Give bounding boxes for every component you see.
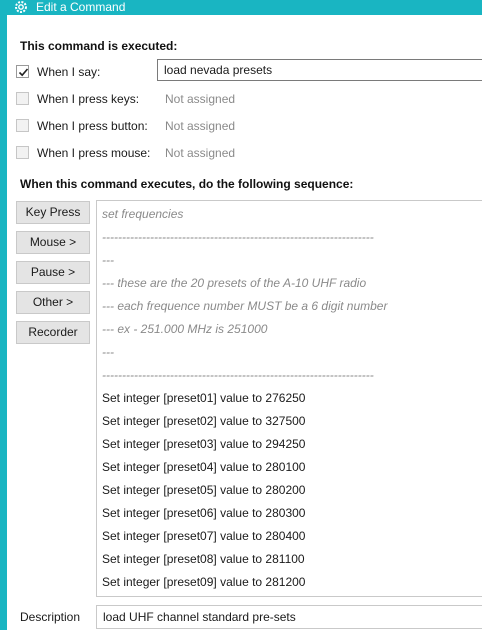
description-input[interactable] xyxy=(96,605,482,629)
sequence-item[interactable]: --- ex - 251.000 MHz is 251000 xyxy=(102,322,267,340)
when-i-press-keys-label: When I press keys: xyxy=(37,92,140,106)
action-sequence-list[interactable]: set frequencies ------------------------… xyxy=(96,200,482,597)
gear-icon xyxy=(14,0,28,14)
sequence-item[interactable]: --- xyxy=(102,253,114,271)
sequence-item[interactable]: Set integer [preset05] value to 280200 xyxy=(102,483,305,501)
when-i-press-button-row: When I press button: Not assigned xyxy=(16,117,476,137)
sequence-item[interactable]: Set integer [preset01] value to 276250 xyxy=(102,391,305,409)
when-i-press-keys-checkbox[interactable] xyxy=(16,92,29,105)
window-title: Edit a Command xyxy=(36,0,126,14)
when-i-press-mouse-checkbox[interactable] xyxy=(16,146,29,159)
when-i-press-button-value[interactable]: Not assigned xyxy=(165,119,235,133)
when-i-say-checkbox[interactable] xyxy=(16,65,29,78)
sequence-item[interactable]: Set integer [preset09] value to 281200 xyxy=(102,575,305,593)
recorder-button[interactable]: Recorder xyxy=(16,321,90,344)
when-i-say-label: When I say: xyxy=(37,65,101,79)
when-i-press-keys-row: When I press keys: Not assigned xyxy=(16,90,476,110)
when-i-press-button-checkbox[interactable] xyxy=(16,119,29,132)
checkmark-icon xyxy=(18,68,29,77)
when-i-press-keys-value[interactable]: Not assigned xyxy=(165,92,235,106)
pause-button[interactable]: Pause > xyxy=(16,261,90,284)
sequence-item[interactable]: ----------------------------------------… xyxy=(102,368,374,386)
sequence-item[interactable]: Set integer [preset06] value to 280300 xyxy=(102,506,305,524)
other-button[interactable]: Other > xyxy=(16,291,90,314)
key-press-button[interactable]: Key Press xyxy=(16,201,90,224)
when-i-press-mouse-value[interactable]: Not assigned xyxy=(165,146,235,160)
sequence-item[interactable]: Set integer [preset08] value to 281100 xyxy=(102,552,305,570)
when-i-press-mouse-row: When I press mouse: Not assigned xyxy=(16,144,476,164)
mouse-button[interactable]: Mouse > xyxy=(16,231,90,254)
sequence-item[interactable]: --- these are the 20 presets of the A-10… xyxy=(102,276,366,294)
sequence-item[interactable]: Set integer [preset04] value to 280100 xyxy=(102,460,305,478)
when-i-press-button-label: When I press button: xyxy=(37,119,148,133)
description-label: Description xyxy=(20,610,81,624)
when-i-say-input[interactable] xyxy=(157,59,482,81)
trigger-section-heading: This command is executed: xyxy=(20,39,178,53)
sequence-item[interactable]: set frequencies xyxy=(102,207,183,225)
sequence-item[interactable]: --- each frequence number MUST be a 6 di… xyxy=(102,299,387,317)
sequence-item[interactable]: Set integer [preset02] value to 327500 xyxy=(102,414,305,432)
when-i-press-mouse-label: When I press mouse: xyxy=(37,146,151,160)
sequence-item[interactable]: Set integer [preset03] value to 294250 xyxy=(102,437,305,455)
sequence-section-heading: When this command executes, do the follo… xyxy=(20,177,354,191)
sequence-item[interactable]: --- xyxy=(102,345,114,363)
sequence-item[interactable]: ----------------------------------------… xyxy=(102,230,374,248)
sequence-item[interactable]: Set integer [preset07] value to 280400 xyxy=(102,529,305,547)
when-i-say-row: When I say: xyxy=(16,59,482,83)
title-bar: Edit a Command xyxy=(0,0,482,15)
